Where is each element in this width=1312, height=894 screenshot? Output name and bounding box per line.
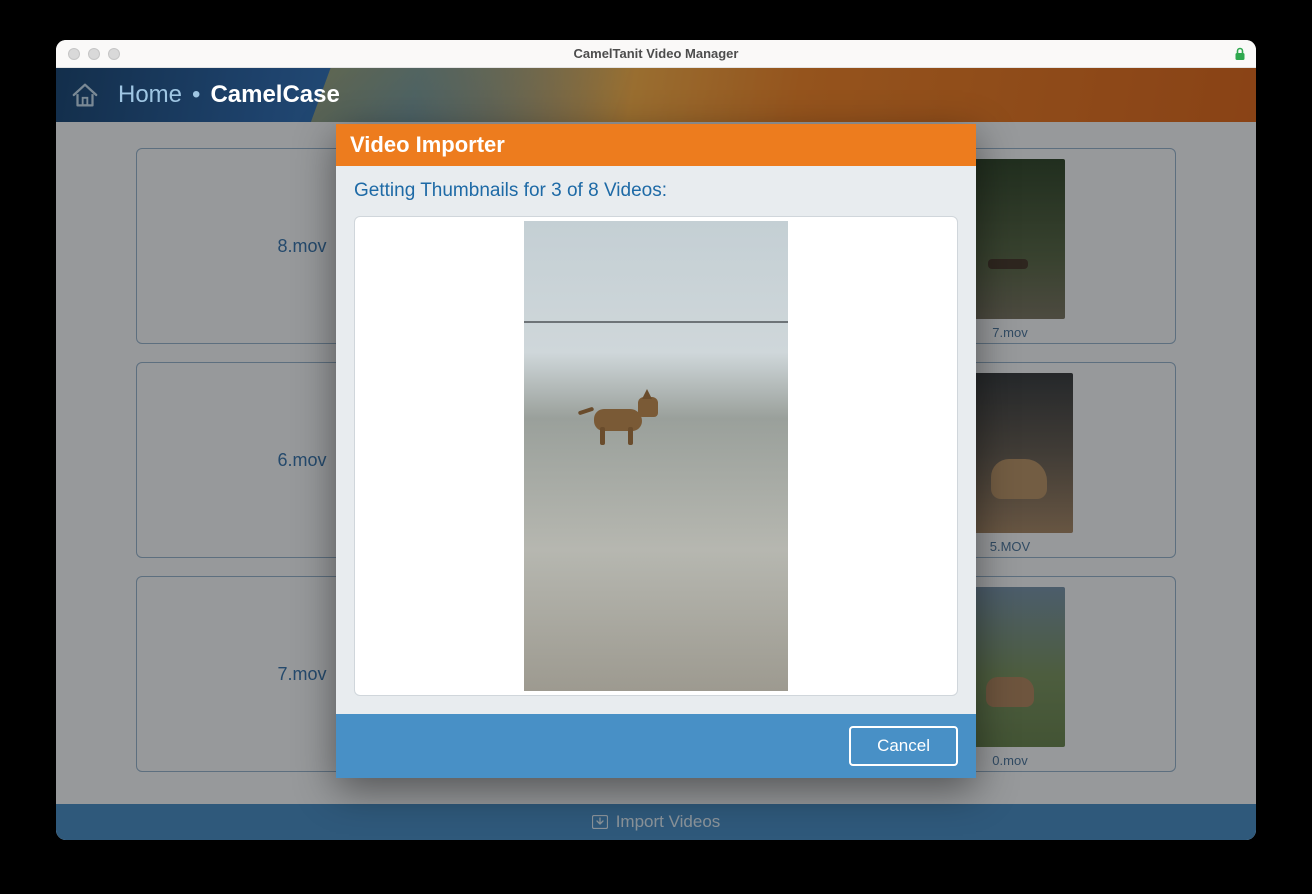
modal-body: Getting Thumbnails for 3 of 8 Videos: — [336, 166, 976, 714]
titlebar: CamelTanit Video Manager — [56, 40, 1256, 68]
app-window: CamelTanit Video Manager Home • CamelCas… — [56, 40, 1256, 840]
breadcrumb-current: CamelCase — [210, 81, 339, 109]
lock-icon — [1234, 47, 1246, 61]
breadcrumb: Home • CamelCase — [118, 81, 340, 109]
modal-footer: Cancel — [336, 714, 976, 778]
breadcrumb-home[interactable]: Home — [118, 81, 182, 109]
cancel-button[interactable]: Cancel — [849, 726, 958, 766]
window-title: CamelTanit Video Manager — [56, 46, 1256, 61]
thumbnail-preview — [354, 216, 958, 696]
modal-title: Video Importer — [336, 124, 976, 166]
video-importer-modal: Video Importer Getting Thumbnails for 3 … — [336, 124, 976, 778]
modal-overlay: Video Importer Getting Thumbnails for 3 … — [56, 68, 1256, 840]
preview-image — [524, 221, 788, 691]
import-status-text: Getting Thumbnails for 3 of 8 Videos: — [354, 180, 958, 202]
breadcrumb-separator: • — [192, 81, 200, 109]
